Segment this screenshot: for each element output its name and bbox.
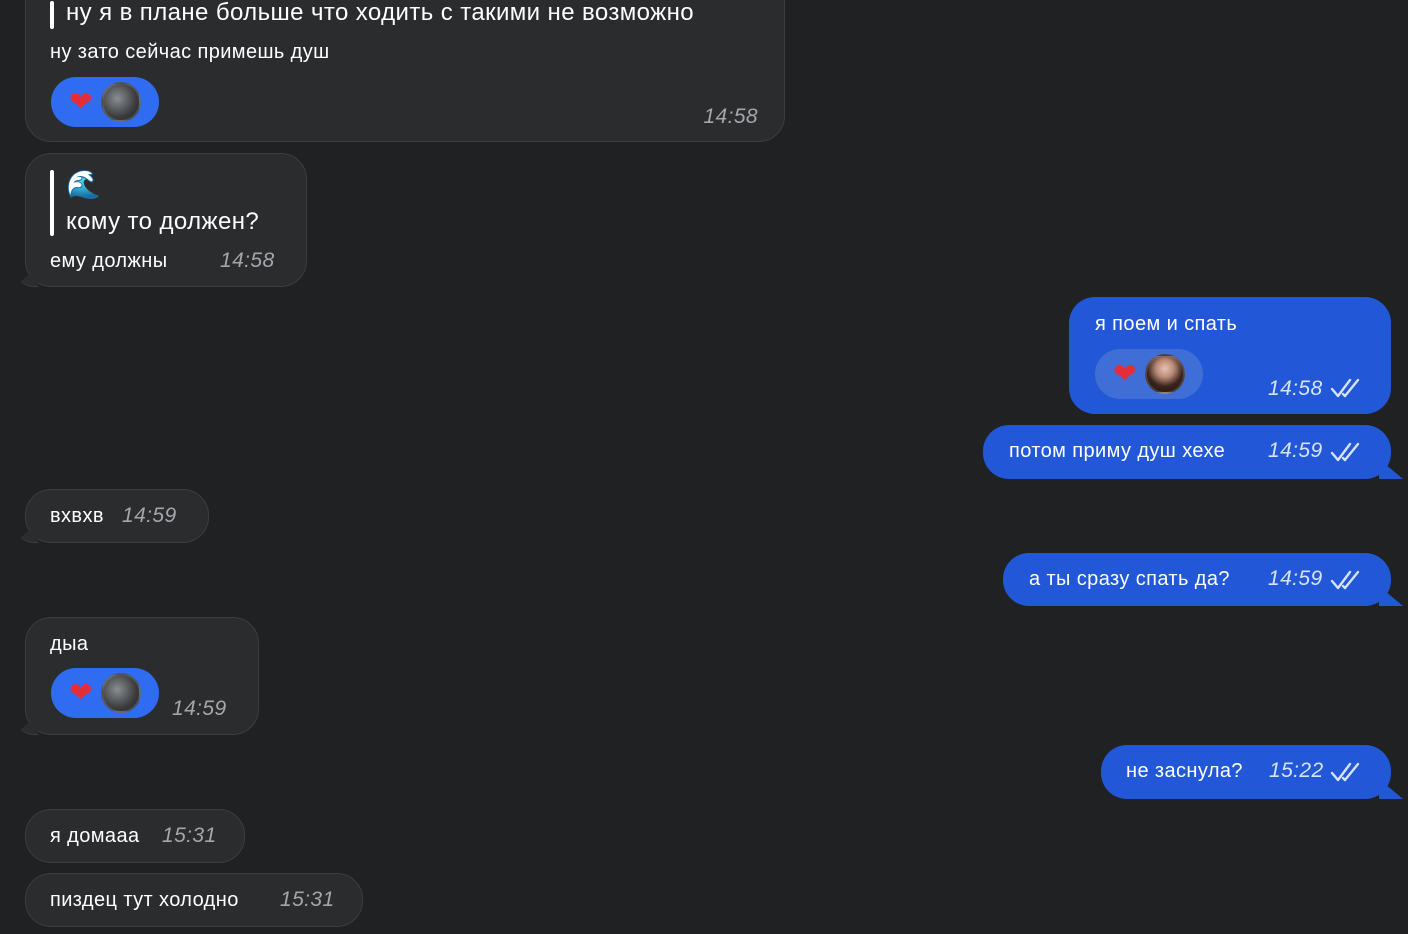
message-incoming[interactable]: я домааа 15:31 bbox=[25, 809, 245, 863]
message-time: 15:22 bbox=[1269, 759, 1324, 782]
message-time: 14:58 bbox=[220, 249, 275, 272]
heart-icon: ❤ bbox=[1113, 358, 1137, 389]
bubble-tail bbox=[1379, 459, 1403, 479]
heart-icon: ❤ bbox=[69, 86, 93, 117]
avatar bbox=[1144, 354, 1185, 394]
heart-icon: ❤ bbox=[69, 677, 93, 708]
reaction-chip[interactable]: ❤ bbox=[1095, 349, 1203, 399]
message-text: ему должны bbox=[50, 250, 168, 272]
bubble-tail bbox=[14, 523, 38, 543]
avatar bbox=[100, 673, 141, 713]
message-text: пиздец тут холодно bbox=[50, 889, 239, 911]
message-outgoing[interactable]: я поем и спать ❤ 14:58 bbox=[1069, 297, 1391, 414]
reply-quote-text[interactable]: кому то должен? bbox=[66, 208, 259, 236]
message-text: я поем и спать bbox=[1095, 313, 1238, 335]
message-outgoing[interactable]: не заснула? 15:22 bbox=[1101, 745, 1403, 799]
double-check-icon bbox=[1330, 762, 1360, 782]
bubble-tail bbox=[1379, 586, 1403, 606]
message-time: 14:59 bbox=[172, 697, 227, 720]
reply-quote-bar bbox=[50, 1, 54, 29]
bubble-tail bbox=[1379, 779, 1403, 799]
message-outgoing[interactable]: а ты сразу спать да? 14:59 bbox=[1003, 553, 1403, 606]
reply-quote-text[interactable]: ну я в плане больше что ходить с такими … bbox=[66, 0, 694, 27]
message-text: потом приму душ хехе bbox=[1009, 440, 1226, 462]
message-text: дыа bbox=[50, 633, 89, 655]
double-check-icon bbox=[1330, 378, 1360, 398]
message-text: а ты сразу спать да? bbox=[1029, 568, 1230, 590]
reply-quote-bar bbox=[50, 170, 54, 236]
message-text: не заснула? bbox=[1126, 760, 1243, 782]
reaction-chip[interactable]: ❤ bbox=[51, 668, 159, 718]
message-outgoing[interactable]: потом приму душ хехе 14:59 bbox=[983, 425, 1403, 479]
message-text: вхвхв bbox=[50, 505, 104, 527]
double-check-icon bbox=[1330, 442, 1360, 462]
avatar bbox=[100, 82, 141, 122]
message-incoming[interactable]: 🌊 кому то должен? ему должны 14:58 bbox=[14, 153, 307, 287]
message-time: 14:59 bbox=[1268, 567, 1323, 590]
message-time: 14:59 bbox=[1268, 439, 1323, 462]
message-incoming[interactable]: дыа ❤ 14:59 bbox=[14, 617, 259, 735]
bubble-tail bbox=[14, 267, 38, 287]
message-time: 14:58 bbox=[1268, 377, 1323, 400]
chat-history: ну я в плане больше что ходить с такими … bbox=[0, 0, 1408, 934]
bubble-tail bbox=[14, 715, 38, 735]
double-check-icon bbox=[1330, 570, 1360, 590]
message-incoming[interactable]: вхвхв 14:59 bbox=[14, 489, 209, 543]
message-incoming[interactable]: ну я в плане больше что ходить с такими … bbox=[25, 0, 785, 142]
message-text: ну зато сейчас примешь душ bbox=[50, 41, 330, 63]
message-time: 14:58 bbox=[703, 105, 758, 128]
reaction-chip[interactable]: ❤ bbox=[51, 77, 159, 127]
message-text: я домааа bbox=[50, 825, 140, 847]
message-incoming[interactable]: пиздец тут холодно 15:31 bbox=[25, 873, 363, 927]
water-wave-emoji: 🌊 bbox=[66, 169, 102, 200]
message-time: 15:31 bbox=[280, 888, 335, 911]
message-time: 15:31 bbox=[162, 824, 217, 847]
message-time: 14:59 bbox=[122, 504, 177, 527]
